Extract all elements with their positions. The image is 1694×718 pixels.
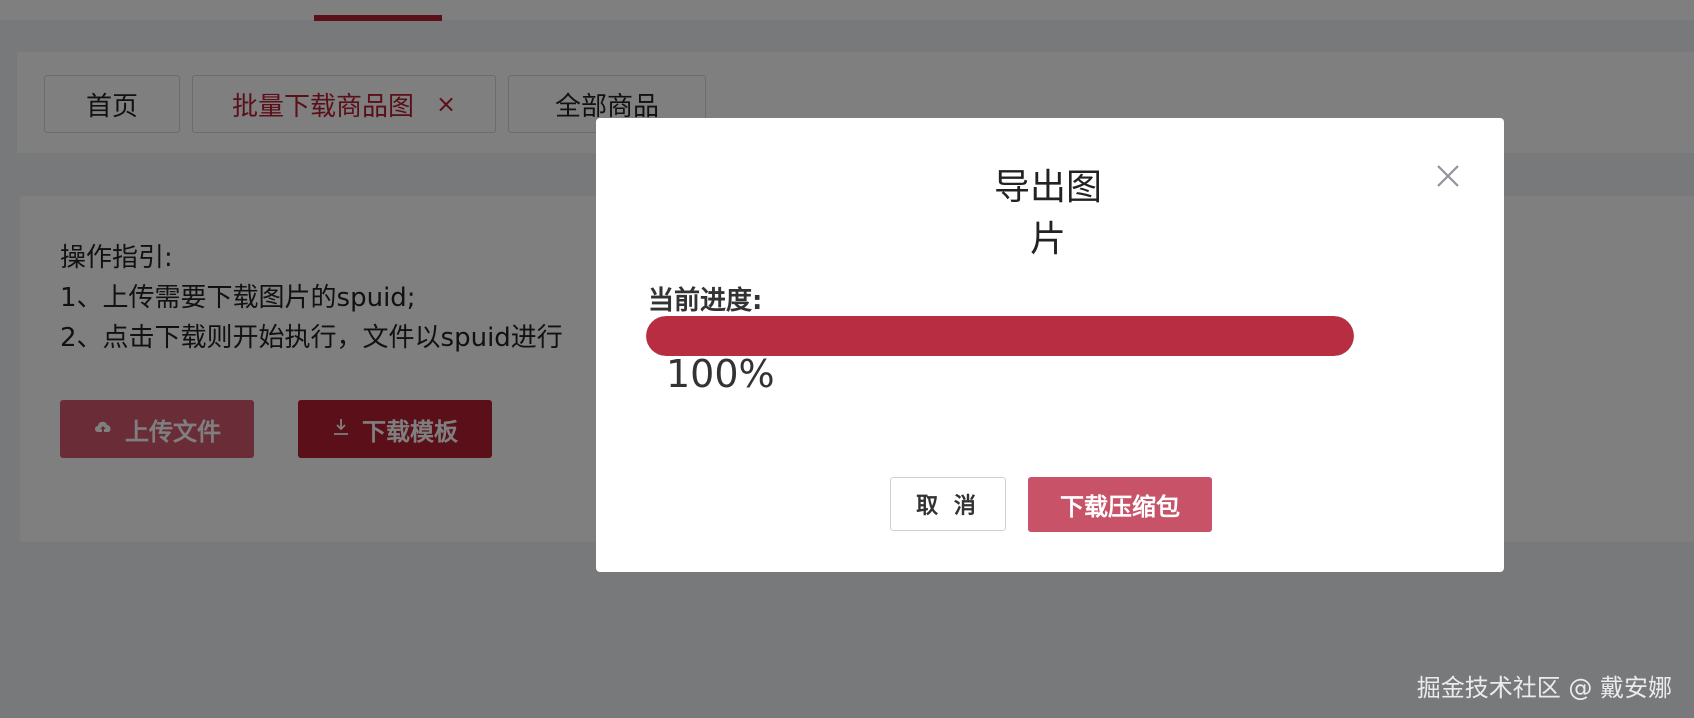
watermark: 掘金技术社区 @ 戴安娜: [1416, 674, 1672, 702]
progress-bar: [646, 316, 1354, 356]
cancel-button[interactable]: 取 消: [890, 477, 1006, 531]
download-zip-button[interactable]: 下载压缩包: [1028, 477, 1212, 532]
dialog-title-text: 导出图片: [993, 167, 1102, 260]
page: 首页 批量下载商品图 × 全部商品 操作指引: 1、上传需要下载图片的spuid…: [0, 0, 1694, 718]
progress-bar-fill: [646, 316, 1354, 356]
close-icon[interactable]: [1430, 158, 1466, 194]
progress-label: 当前进度:: [648, 286, 763, 316]
progress-percentage: 100%: [666, 352, 775, 396]
